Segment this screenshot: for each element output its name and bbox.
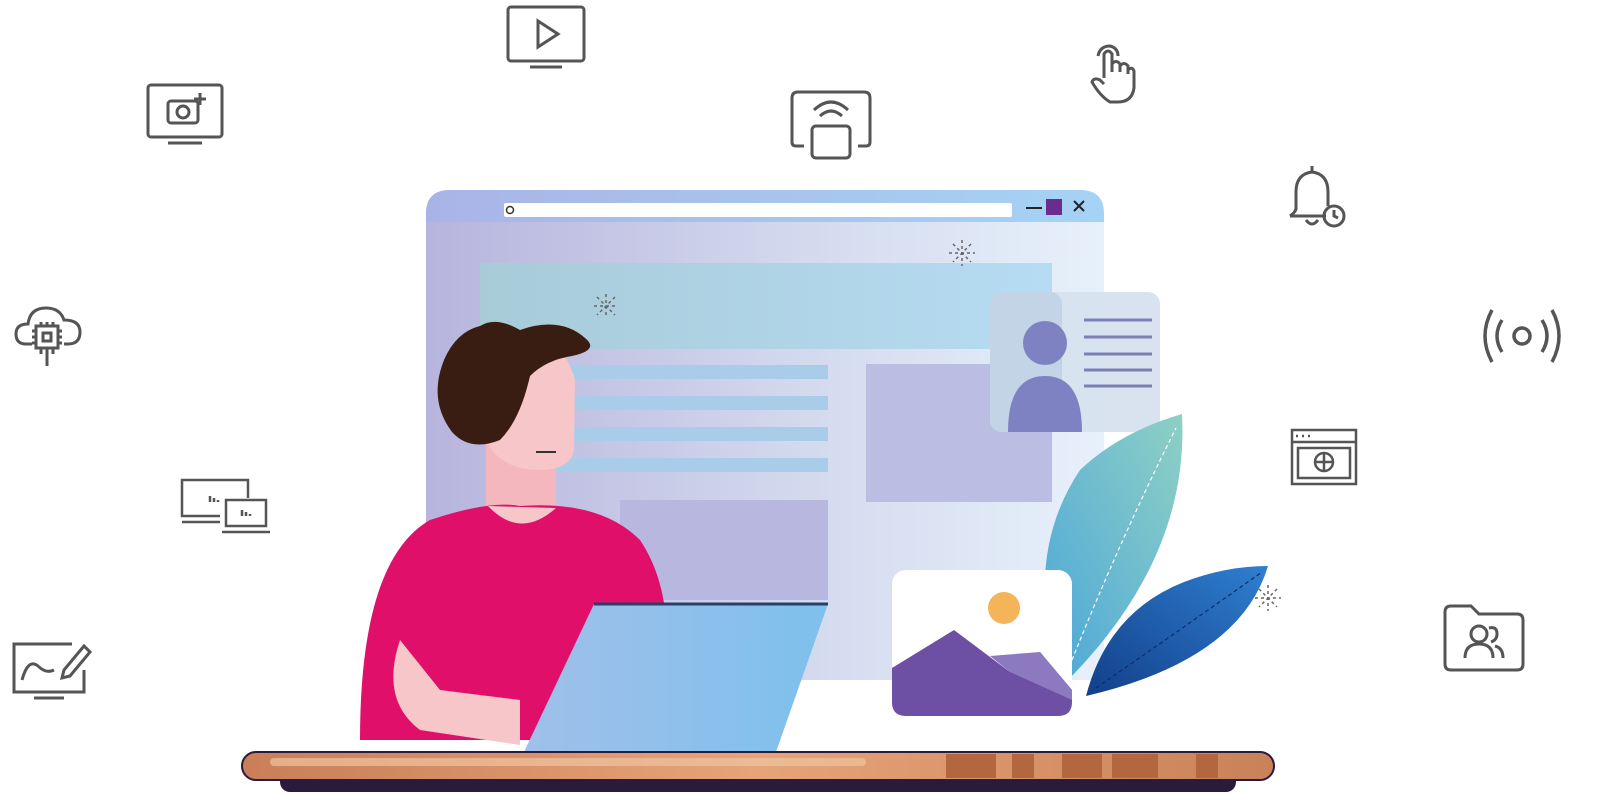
image-card — [892, 570, 1072, 716]
main-illustration — [0, 0, 1599, 809]
desk — [241, 751, 1275, 792]
profile-card — [990, 292, 1160, 432]
